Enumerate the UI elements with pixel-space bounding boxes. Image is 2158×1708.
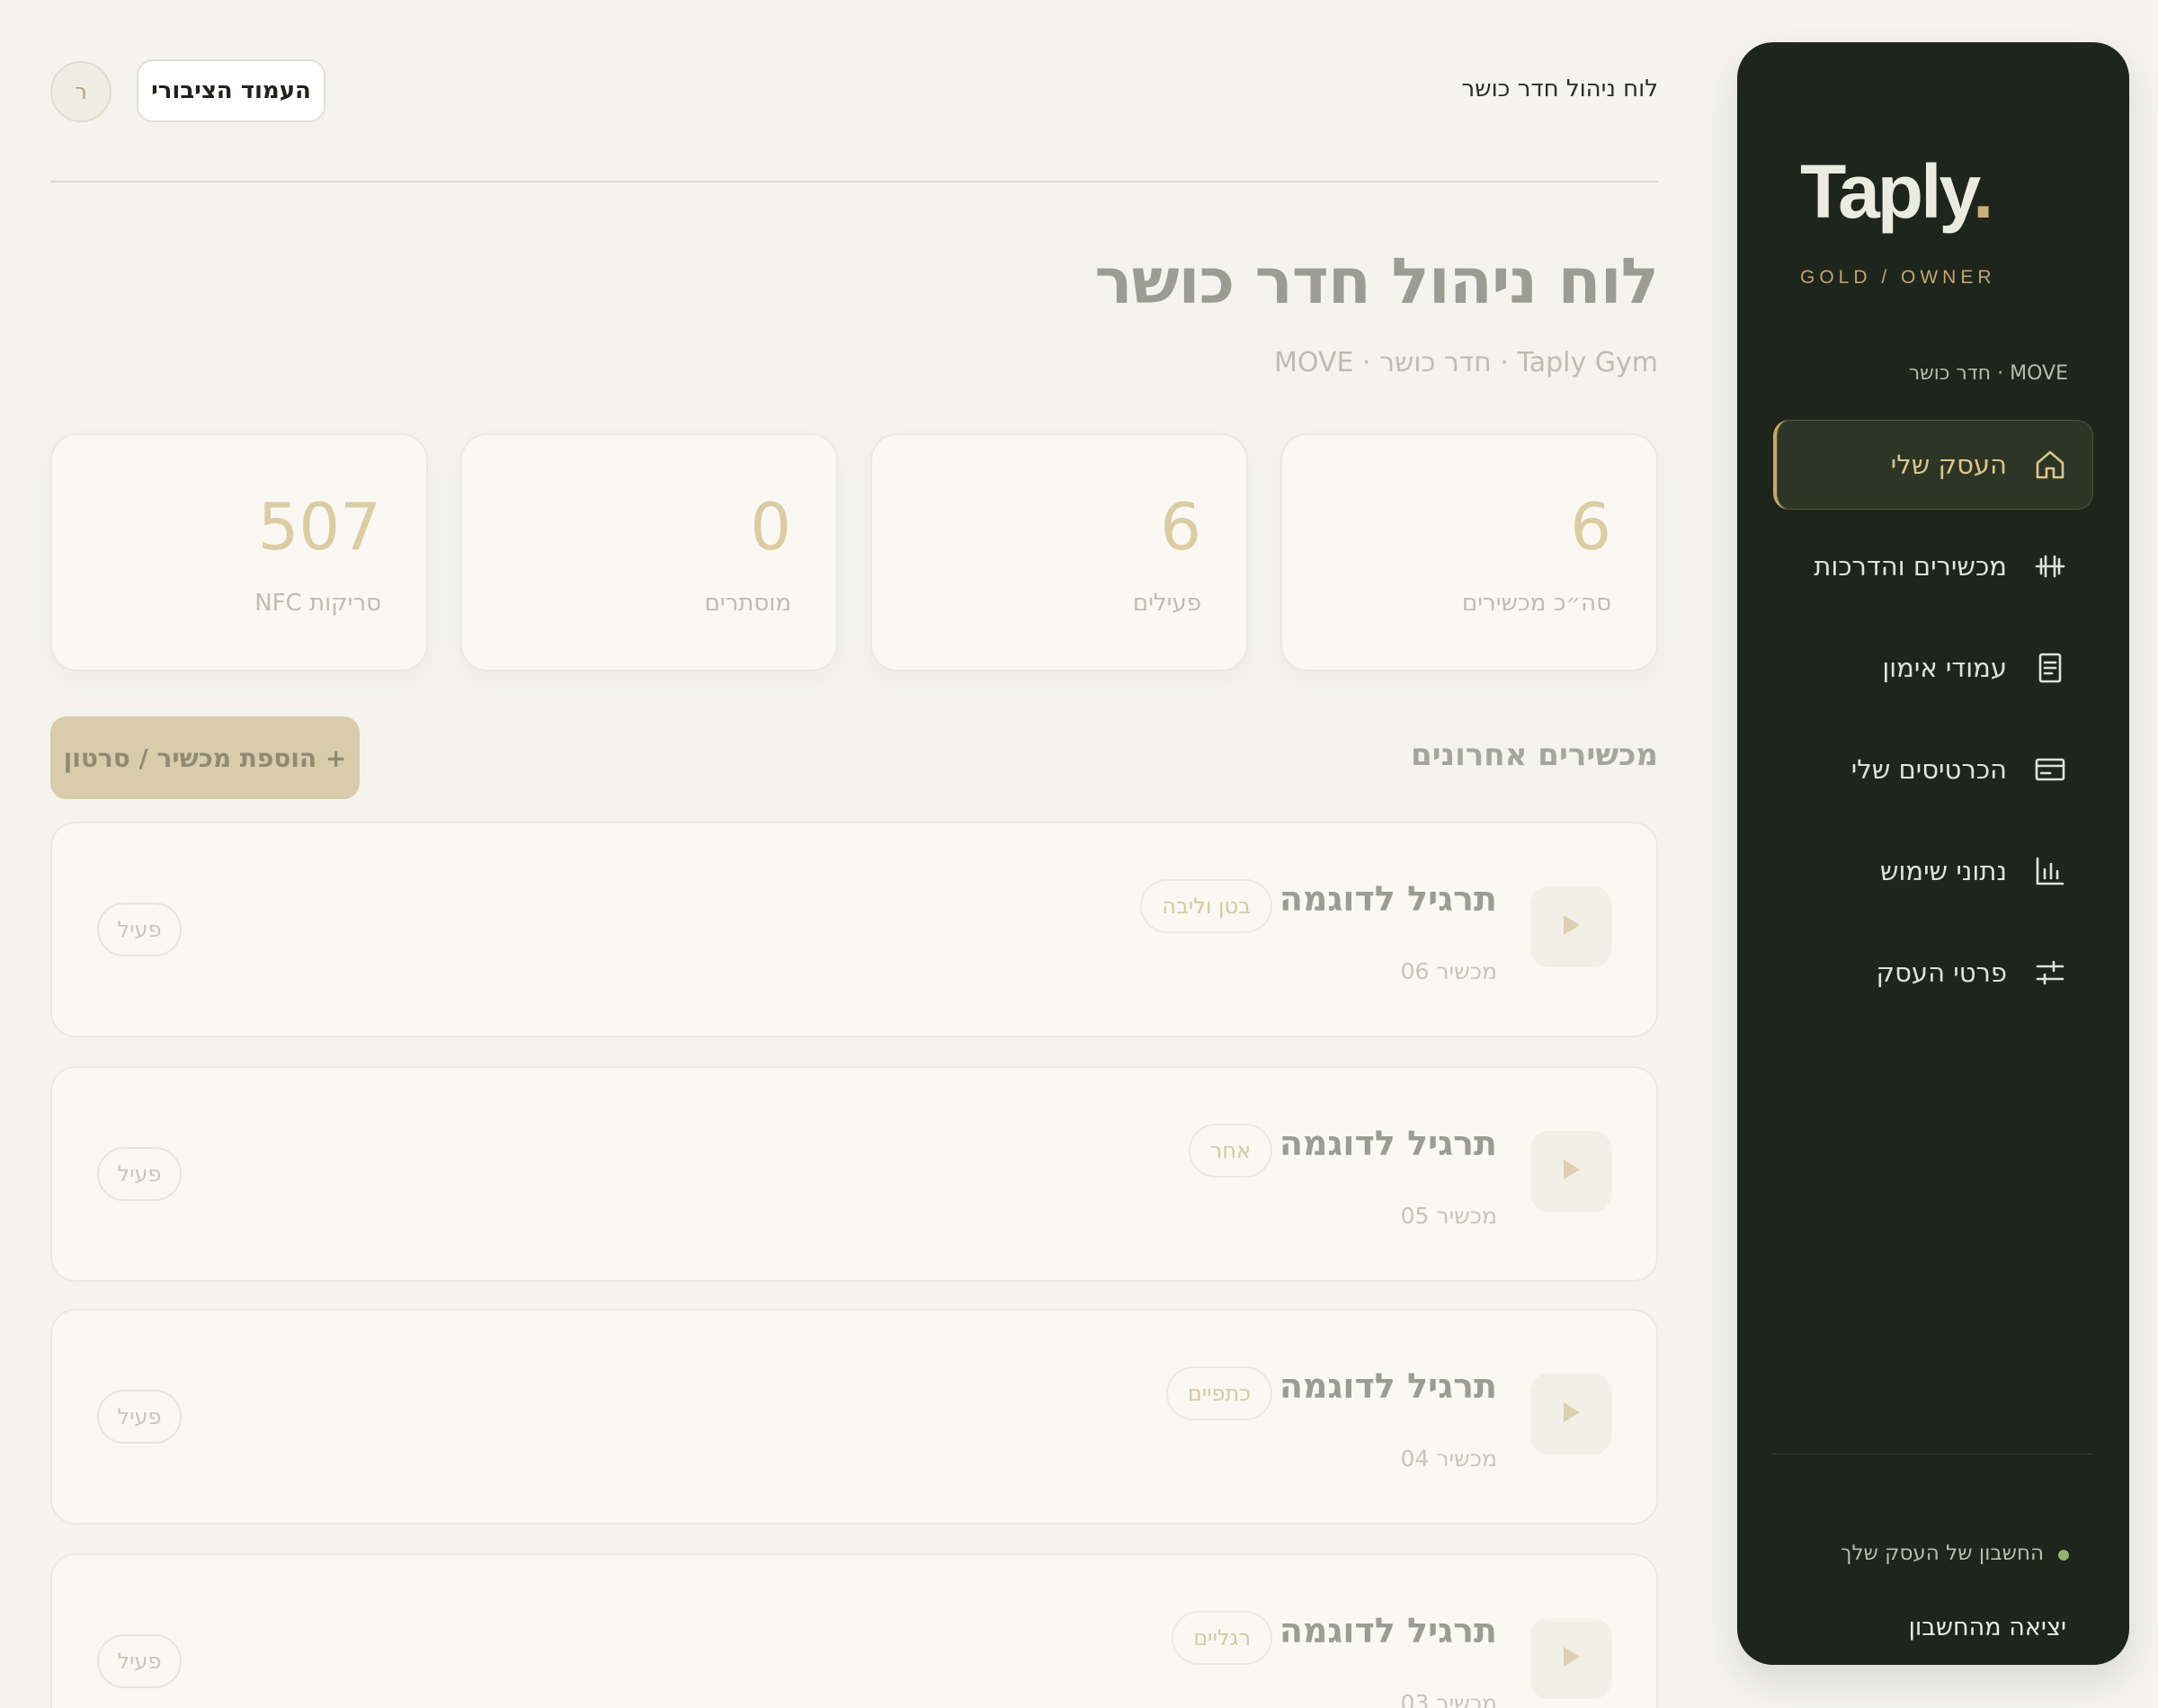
play-icon	[1558, 1400, 1583, 1428]
card-icon	[2032, 752, 2068, 787]
sidebar-item-my-business[interactable]: העסק שלי	[1773, 420, 2093, 510]
public-page-button[interactable]: העמוד הציבורי	[137, 59, 325, 122]
stat-value: 6	[1160, 489, 1201, 565]
sidebar-nav: העסק שלי מכשירים והדרכות עמודי אימון הכר…	[1773, 420, 2093, 1029]
avatar[interactable]: ר	[50, 61, 111, 122]
stat-label: מוסתרים	[704, 590, 791, 617]
stat-card-total-devices: 6 סה״כ מכשירים	[1280, 433, 1658, 672]
business-subtitle: MOVE · חדר כושר	[1908, 362, 2068, 385]
device-number: מכשיר 06	[1400, 958, 1497, 984]
account-label: החשבון של העסק שלך	[1841, 1542, 2069, 1565]
device-category-tag: רגליים	[1172, 1611, 1272, 1665]
stat-label: סה״כ מכשירים	[1461, 590, 1611, 617]
device-number: מכשיר 03	[1400, 1690, 1497, 1708]
stat-value: 6	[1570, 489, 1611, 565]
play-icon	[1558, 1644, 1583, 1673]
play-icon	[1558, 912, 1583, 941]
device-card[interactable]: תרגיל לדוגמה 3 רגליים מכשיר 03 פעיל	[50, 1553, 1658, 1708]
device-name: תרגיל לדוגמה 4	[1244, 1366, 1497, 1406]
stat-card-hidden: 0 מוסתרים	[460, 433, 838, 672]
sidebar-item-devices[interactable]: מכשירים והדרכות	[1773, 521, 2093, 611]
topbar-title: לוח ניהול חדר כושר	[1461, 76, 1659, 102]
device-card[interactable]: תרגיל לדוגמה 6 בטן וליבה מכשיר 06 פעיל	[50, 822, 1658, 1037]
document-icon	[2032, 650, 2068, 686]
online-status-icon	[2058, 1550, 2069, 1561]
play-video-button[interactable]	[1530, 1131, 1611, 1212]
main-content: לוח ניהול חדר כושר העמוד הציבורי ר לוח נ…	[50, 0, 1659, 1708]
status-badge: פעיל	[97, 1390, 182, 1444]
device-card[interactable]: תרגיל לדוגמה 5 אחר מכשיר 05 פעיל	[50, 1066, 1658, 1282]
stat-card-active: 6 פעילים	[870, 433, 1248, 672]
page-subtitle: Taply Gym · חדר כושר · MOVE	[1274, 347, 1658, 378]
status-badge: פעיל	[97, 903, 182, 956]
recent-devices-title: מכשירים אחרונים	[1411, 737, 1658, 773]
home-icon	[2032, 447, 2068, 483]
stat-label: סריקות NFC	[254, 590, 381, 617]
add-device-button[interactable]: + הוספת מכשיר / סרטון	[50, 716, 360, 799]
device-name: תרגיל לדוגמה 3	[1244, 1611, 1497, 1650]
device-category-tag: כתפיים	[1165, 1366, 1272, 1420]
sidebar-item-label: נתוני שימוש	[1879, 856, 2007, 886]
sidebar-item-label: העסק שלי	[1890, 449, 2007, 480]
sliders-icon	[2032, 955, 2068, 991]
device-category-tag: אחר	[1188, 1124, 1272, 1178]
sidebar-item-label: מכשירים והדרכות	[1814, 551, 2007, 582]
dumbbell-icon	[2032, 548, 2068, 584]
bar-chart-icon	[2032, 853, 2068, 889]
sidebar-item-label: פרטי העסק	[1876, 957, 2007, 988]
stat-card-nfc-scans: 507 סריקות NFC	[50, 433, 428, 672]
brand-logo[interactable]: Taply.	[1800, 154, 1993, 229]
device-category-tag: בטן וליבה	[1140, 879, 1272, 933]
play-icon	[1558, 1157, 1583, 1186]
play-video-button[interactable]	[1530, 886, 1611, 967]
sidebar: Taply. GOLD / OWNER MOVE · חדר כושר העסק…	[1737, 42, 2129, 1665]
device-number: מכשיר 04	[1400, 1446, 1497, 1472]
device-number: מכשיר 05	[1400, 1203, 1497, 1229]
sidebar-item-usage-stats[interactable]: נתוני שימוש	[1773, 826, 2093, 916]
device-name: תרגיל לדוגמה 5	[1244, 1124, 1497, 1163]
app-root: Taply. GOLD / OWNER MOVE · חדר כושר העסק…	[0, 0, 2158, 1708]
stat-value: 0	[750, 489, 791, 565]
sidebar-item-my-cards[interactable]: הכרטיסים שלי	[1773, 725, 2093, 814]
stat-label: פעילים	[1132, 590, 1201, 617]
header-divider	[50, 181, 1658, 182]
account-role: GOLD / OWNER	[1800, 267, 1996, 288]
status-badge: פעיל	[97, 1634, 182, 1688]
sidebar-item-training-pages[interactable]: עמודי אימון	[1773, 623, 2093, 713]
play-video-button[interactable]	[1530, 1618, 1611, 1699]
device-name: תרגיל לדוגמה 6	[1244, 879, 1497, 919]
sidebar-item-label: עמודי אימון	[1882, 653, 2007, 683]
stat-value: 507	[257, 489, 381, 565]
stats-row: 6 סה״כ מכשירים 6 פעילים 0 מוסתרים 507 סר…	[50, 433, 1658, 672]
sidebar-item-business-details[interactable]: פרטי העסק	[1773, 928, 2093, 1018]
play-video-button[interactable]	[1530, 1374, 1611, 1454]
page-title: לוח ניהול חדר כושר	[1094, 245, 1659, 318]
status-badge: פעיל	[97, 1147, 182, 1201]
logout-link[interactable]: יציאה מהחשבון	[1909, 1614, 2066, 1641]
sidebar-item-label: הכרטיסים שלי	[1850, 754, 2007, 785]
device-card[interactable]: תרגיל לדוגמה 4 כתפיים מכשיר 04 פעיל	[50, 1309, 1658, 1525]
